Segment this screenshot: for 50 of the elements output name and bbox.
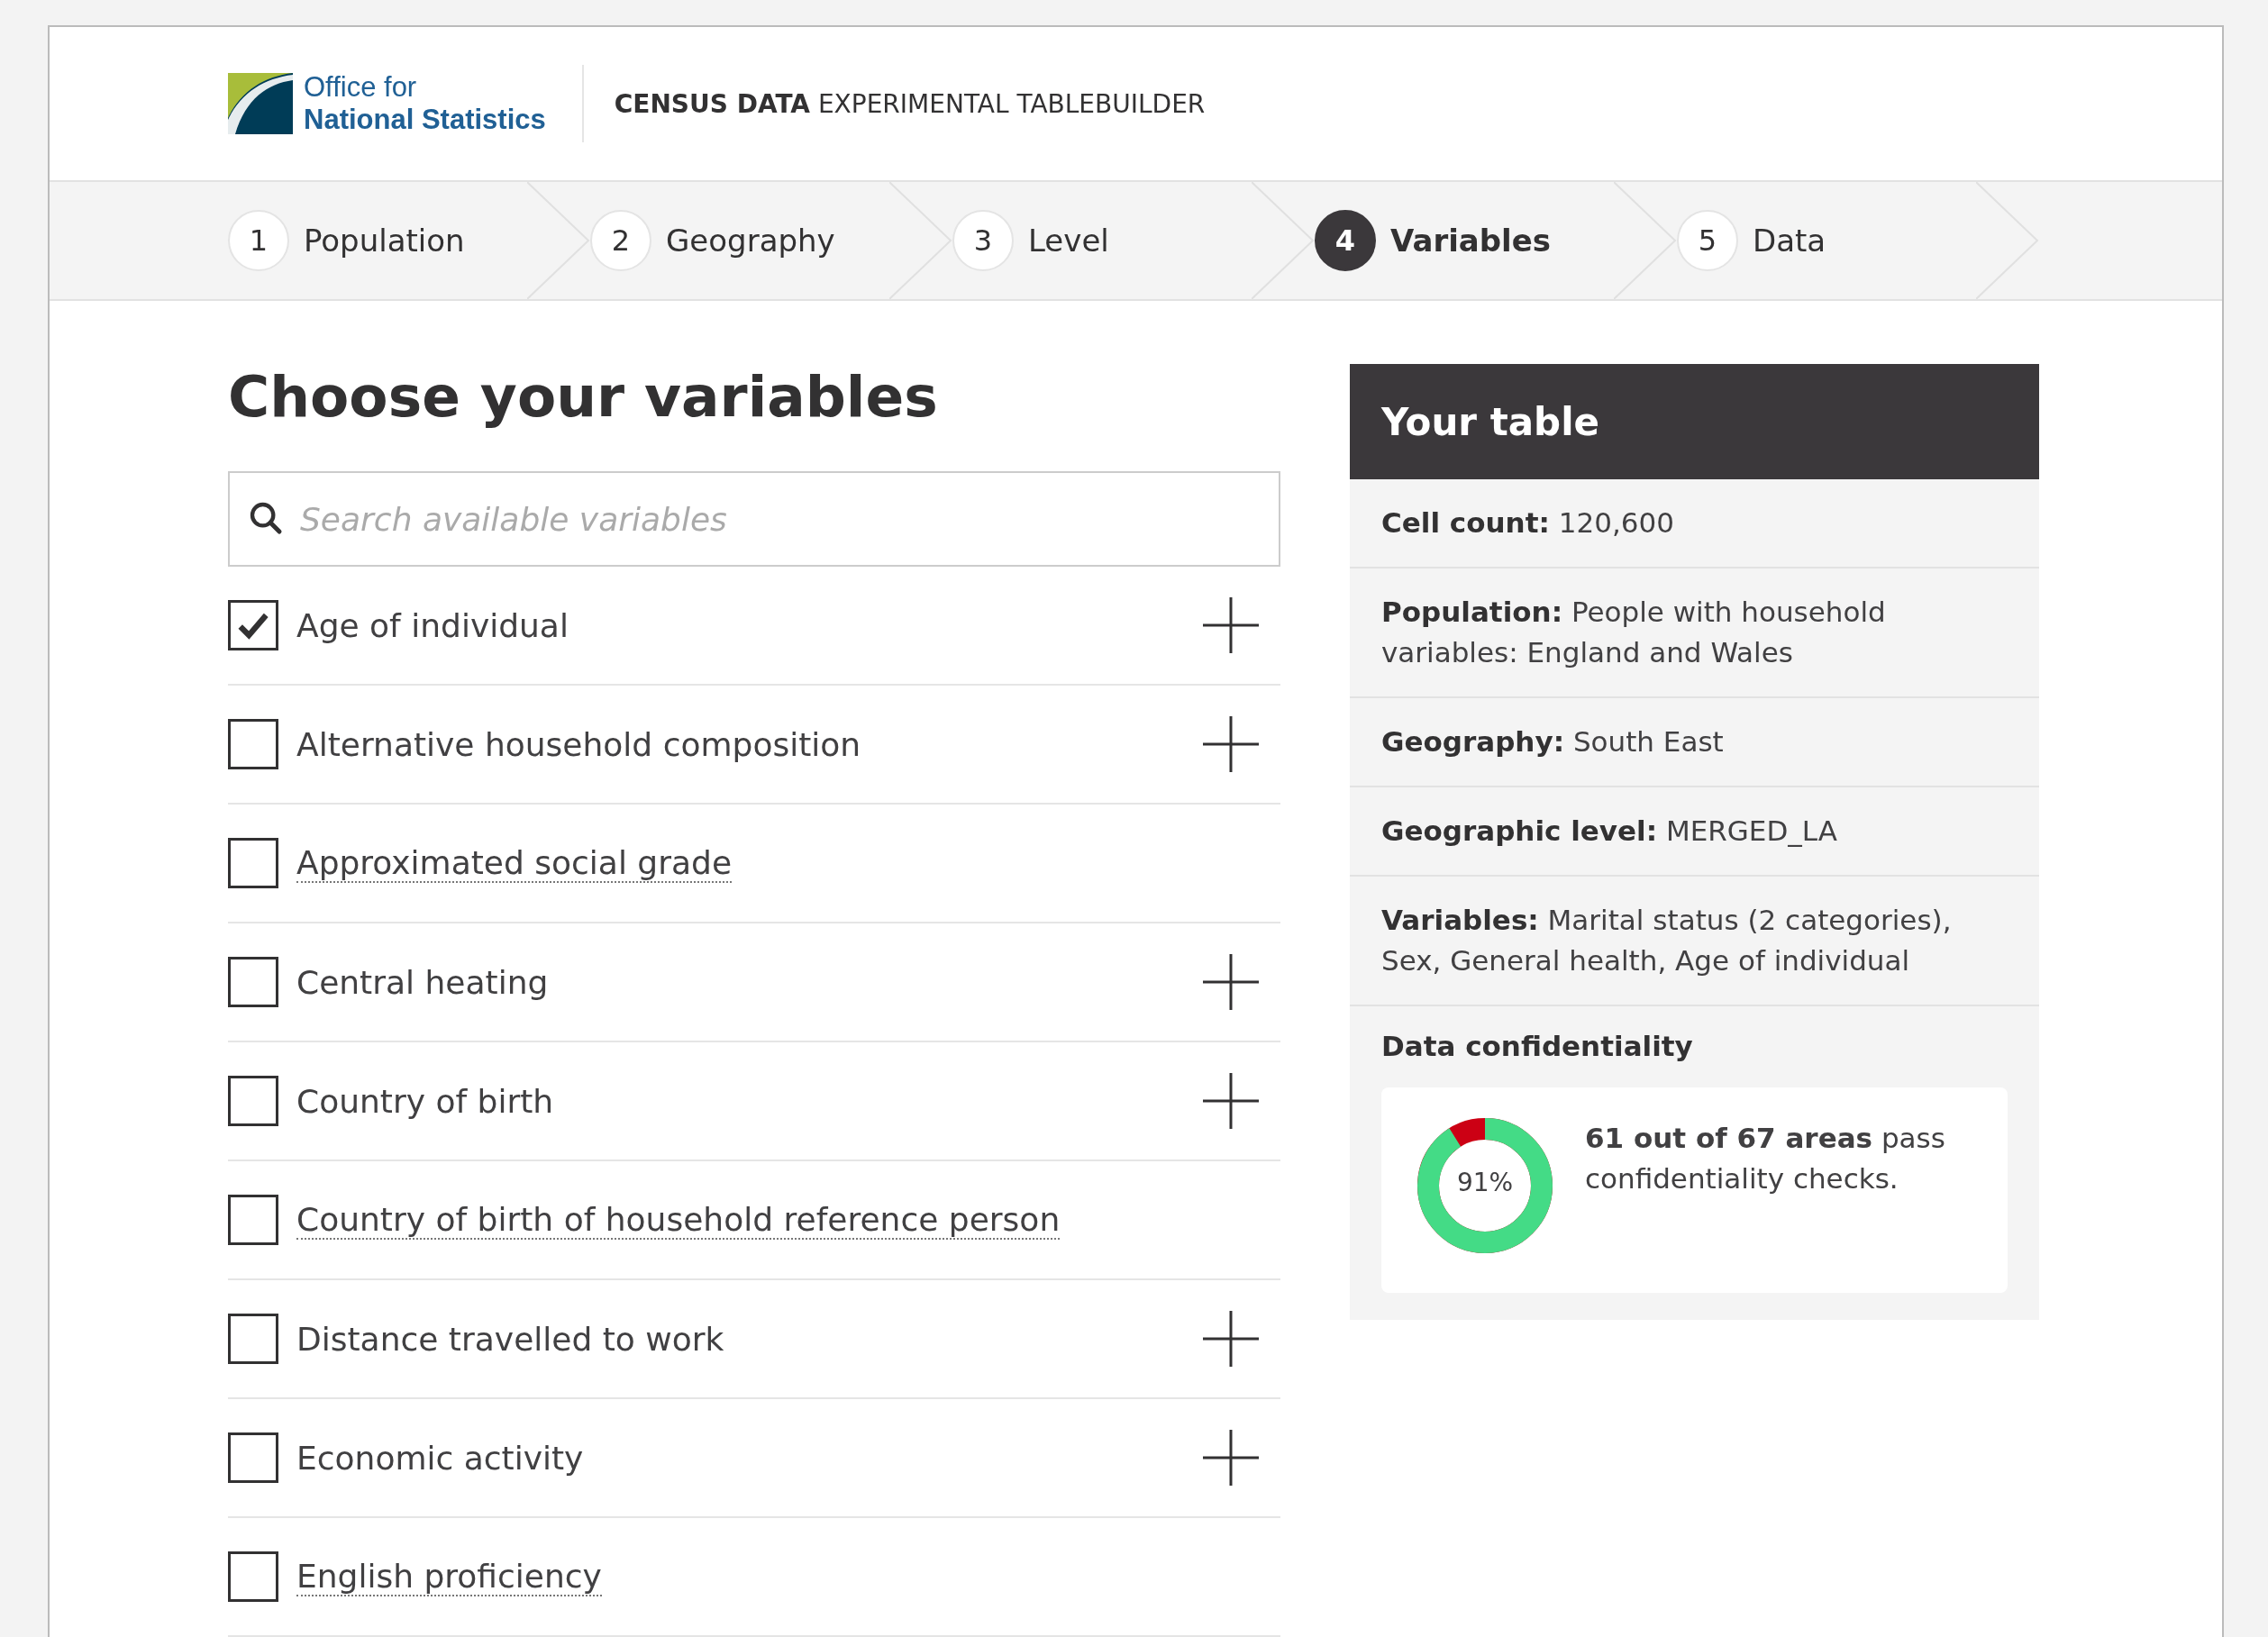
step-tab[interactable]: Level bbox=[1028, 223, 1109, 259]
variable-label: Alternative household composition bbox=[296, 725, 861, 763]
variable-label: Economic activity bbox=[296, 1439, 584, 1477]
checkbox[interactable] bbox=[228, 957, 278, 1007]
page-title: Choose your variables bbox=[228, 364, 939, 430]
table-summary-text: Cell count: 120,600 bbox=[1350, 479, 2039, 568]
search-field[interactable]: Search available variables bbox=[228, 471, 1280, 567]
table-summary-text: Variables: Marital status (2 categories), Sex, General health, Age of individual bbox=[1350, 876, 2039, 1006]
checkbox[interactable] bbox=[228, 1551, 278, 1602]
checkbox[interactable] bbox=[228, 838, 278, 888]
panel-title: Your table bbox=[1350, 364, 2039, 479]
checkbox[interactable] bbox=[228, 1432, 278, 1483]
search-icon bbox=[248, 500, 284, 536]
plus-icon[interactable] bbox=[1203, 716, 1259, 772]
plus-icon[interactable] bbox=[1203, 597, 1259, 653]
logo-text: Office for bbox=[304, 71, 418, 104]
variable-link[interactable]: Country of birth of household reference person bbox=[296, 1200, 1061, 1240]
variable-label: Central heating bbox=[296, 963, 549, 1001]
step-number: 2 bbox=[590, 210, 651, 271]
step-number: 4 bbox=[1315, 210, 1376, 271]
step-tab[interactable]: Population bbox=[304, 223, 465, 259]
table-summary-text: Geographic level: MERGED_LA bbox=[1350, 787, 2039, 877]
confidentiality-heading: Data confidentiality bbox=[1380, 1028, 1694, 1064]
product-title: CENSUS DATA EXPERIMENTAL TABLEBUILDER bbox=[614, 88, 1206, 119]
checkbox[interactable] bbox=[228, 719, 278, 769]
checkbox[interactable] bbox=[228, 600, 278, 650]
step-tab[interactable]: Variables bbox=[1390, 223, 1552, 259]
plus-icon[interactable] bbox=[1203, 1073, 1259, 1129]
step-tab[interactable]: Geography bbox=[666, 223, 835, 259]
logo-text: National Statistics bbox=[304, 104, 546, 136]
plus-icon[interactable] bbox=[1203, 954, 1259, 1010]
table-summary-text: Geography: South East bbox=[1350, 697, 2039, 787]
step-tab[interactable]: Data bbox=[1753, 223, 1826, 259]
checkbox[interactable] bbox=[228, 1314, 278, 1364]
percentage-label: 91% bbox=[1455, 1167, 1515, 1197]
variable-link[interactable]: English proficiency bbox=[296, 1557, 602, 1596]
plus-icon[interactable] bbox=[1203, 1311, 1259, 1367]
variable-label: Age of individual bbox=[296, 606, 569, 644]
step-number: 3 bbox=[952, 210, 1014, 271]
variable-link[interactable]: Approximated social grade bbox=[296, 843, 733, 883]
logo-icon bbox=[228, 73, 293, 134]
confidentiality-message: 61 out of 67 areas pass confidentiality checks. bbox=[1585, 1120, 1946, 1196]
checkbox[interactable] bbox=[228, 1076, 278, 1126]
plus-icon[interactable] bbox=[1203, 1430, 1259, 1486]
checkbox[interactable] bbox=[228, 1195, 278, 1245]
step-number: 1 bbox=[228, 210, 289, 271]
variable-label: Distance travelled to work bbox=[296, 1320, 724, 1358]
variable-label: Country of birth bbox=[296, 1082, 554, 1120]
step-number: 5 bbox=[1677, 210, 1738, 271]
table-summary-text: Population: People with household variables: England and Wales bbox=[1350, 568, 2039, 698]
